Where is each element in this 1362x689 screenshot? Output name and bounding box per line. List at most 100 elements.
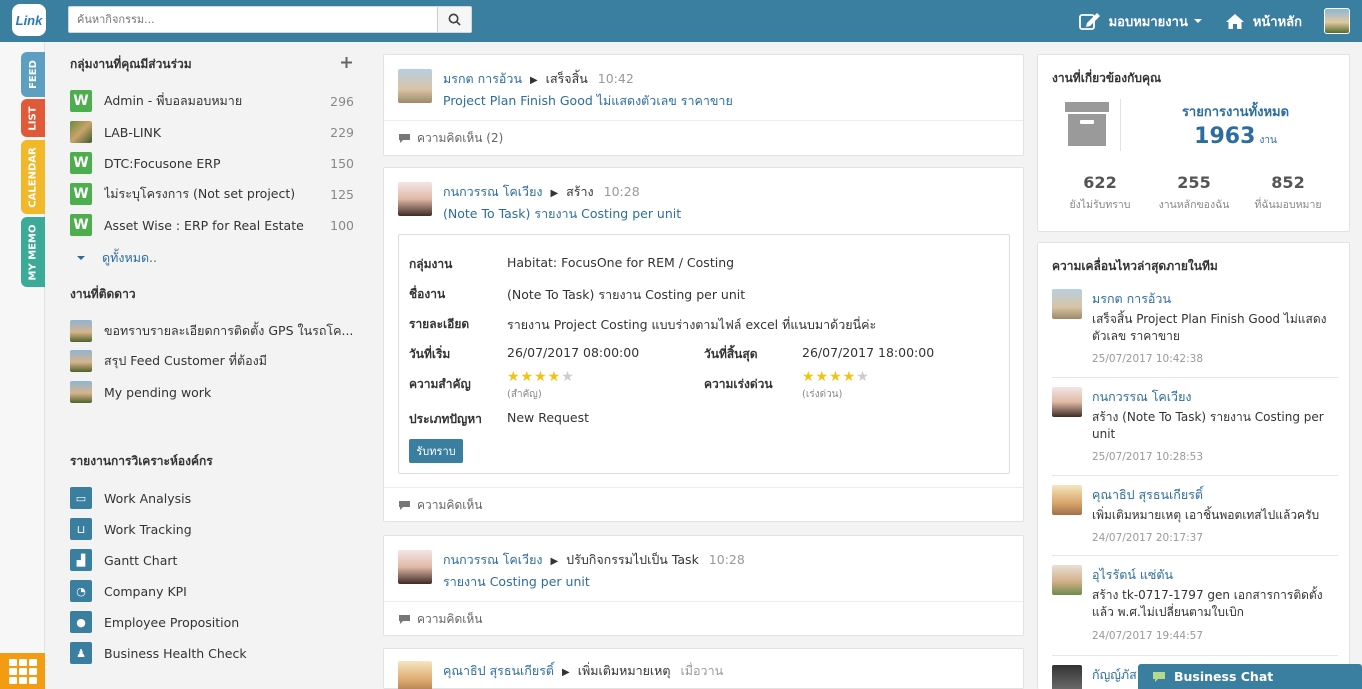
- group-item[interactable]: W DTC:Focusone ERP 150: [70, 151, 354, 175]
- caret-down-icon: [1193, 19, 1202, 23]
- user-icon: ♟: [70, 642, 92, 664]
- post-title[interactable]: Project Plan Finish Good ไม่แสดงตัวเลข ร…: [443, 91, 733, 111]
- report-label: Business Health Check: [104, 645, 247, 661]
- importance-sublabel: (สำคัญ): [507, 389, 542, 400]
- caret-right-icon: ▶: [529, 75, 538, 86]
- acknowledge-button[interactable]: รับทราบ: [409, 439, 463, 463]
- description-label: รายละเอียด: [409, 317, 470, 331]
- description-value: รายงาน Project Costing แบบร่างตามไฟล์ ex…: [507, 317, 877, 332]
- urgency-sublabel: (เร่งด่วน): [802, 389, 843, 400]
- left-column: กลุ่มงานที่คุณมีส่วนร่วม W Admin - พี่บอ…: [56, 42, 356, 689]
- starred-title: งานที่ติดดาว: [70, 287, 136, 301]
- total-tasks[interactable]: รายการงานทั้งหมด 1963 งาน: [1138, 101, 1333, 149]
- activity-text: เพิ่มเติมหมายเหตุ เอาชิ้นพอตเทสไปแล้วครั…: [1092, 508, 1320, 522]
- stat-unacknowledged[interactable]: 622 ยังไม่รับทราบ: [1058, 173, 1142, 213]
- groups-title: กลุ่มงานที่คุณมีส่วนร่วม: [70, 57, 192, 71]
- importance-label: ความสำคัญ: [409, 377, 471, 391]
- post-author[interactable]: คุณาธิป สุรธนเกียรติ์: [443, 663, 554, 678]
- stat-num: 852: [1271, 173, 1305, 192]
- post-avatar[interactable]: [398, 661, 432, 689]
- related-tasks-card: งานที่เกี่ยวข้องกับคุณ รายการงานทั้งหมด …: [1037, 54, 1350, 232]
- post-title[interactable]: รายงาน Costing per unit: [443, 572, 590, 592]
- divider: [1052, 555, 1338, 556]
- logo-text: Link: [15, 12, 43, 28]
- group-photo: [70, 121, 92, 143]
- group-count: 100: [330, 217, 354, 233]
- comment-link[interactable]: ความคิดเห็น: [384, 487, 1023, 523]
- importance-stars: ★★★★★: [507, 369, 575, 385]
- report-company-kpi[interactable]: ◔ Company KPI: [70, 579, 354, 603]
- activity-avatar: [1052, 289, 1082, 319]
- user-avatar[interactable]: [1324, 8, 1350, 34]
- group-label: Asset Wise : ERP for Real Estate: [104, 217, 304, 233]
- divider: [1052, 377, 1338, 378]
- search-button[interactable]: [437, 7, 471, 32]
- tab-my-memo[interactable]: MY MEMO: [21, 217, 45, 287]
- archive-box-icon: [1065, 102, 1109, 146]
- business-chat-bar[interactable]: Business Chat: [1138, 664, 1362, 689]
- activity-item[interactable]: คุณาธิป สุรธนเกียรติ์ เพิ่มเติมหมายเหตุ …: [1052, 485, 1342, 547]
- chat-icon: [1153, 671, 1165, 682]
- tab-calendar[interactable]: CALENDAR: [21, 140, 45, 214]
- divider: [1120, 99, 1121, 151]
- stat-assigned-by-me[interactable]: 852 ที่ฉันมอบหมาย: [1246, 173, 1330, 213]
- stat-my-main-tasks[interactable]: 255 งานหลักของฉัน: [1152, 173, 1236, 213]
- report-employee-proposition[interactable]: ● Employee Proposition: [70, 610, 354, 634]
- starred-item[interactable]: สรุป Feed Customer ที่ต้องมี: [70, 349, 354, 373]
- group-item[interactable]: W Asset Wise : ERP for Real Estate 100: [70, 213, 354, 237]
- workspace-icon: W: [70, 183, 92, 205]
- comment-icon: [399, 501, 410, 510]
- report-work-analysis[interactable]: ▭ Work Analysis: [70, 486, 354, 510]
- report-label: Company KPI: [104, 583, 187, 599]
- post-author[interactable]: กนกวรรณ โคเวียง: [443, 184, 543, 199]
- starred-item[interactable]: ขอทราบรายละเอียดการติดตั้ง GPS ในรถโค...: [70, 319, 354, 343]
- see-all-link[interactable]: ดูทั้งหมด..: [70, 246, 354, 270]
- group-item[interactable]: W ไม่ระบุโครงการ (Not set project) 125: [70, 182, 354, 206]
- assign-task-menu[interactable]: มอบหมายงาน: [1078, 11, 1203, 32]
- starred-label: ขอทราบรายละเอียดการติดตั้ง GPS ในรถโค...: [104, 323, 354, 338]
- report-label: Gantt Chart: [104, 552, 178, 568]
- tab-list[interactable]: LIST: [21, 99, 45, 137]
- comment-link[interactable]: ความคิดเห็น (2): [384, 120, 1023, 156]
- post-author[interactable]: กนกวรรณ โคเวียง: [443, 552, 543, 567]
- feed-post: กนกวรรณ โคเวียง ▶ สร้าง 10:28 (Note To T…: [383, 167, 1024, 522]
- link-logo[interactable]: Link: [12, 4, 46, 36]
- report-label: Work Analysis: [104, 490, 192, 506]
- feed-post: กนกวรรณ โคเวียง ▶ ปรับกิจกรรมไปเป็น Task…: [383, 535, 1024, 636]
- activity-name: กัญญ์ภัส: [1092, 667, 1137, 682]
- activity-item[interactable]: มรกต การอ้วน เสร็จสิ้น Project Plan Fini…: [1052, 289, 1342, 369]
- comment-link[interactable]: ความคิดเห็น: [384, 601, 1023, 637]
- starred-item[interactable]: My pending work: [70, 380, 354, 404]
- post-author[interactable]: มรกต การอ้วน: [443, 71, 522, 86]
- post-avatar[interactable]: [398, 550, 432, 584]
- comment-label: ความคิดเห็น: [417, 498, 483, 512]
- report-business-health[interactable]: ♟ Business Health Check: [70, 641, 354, 665]
- activity-time: 24/07/2017 20:17:37: [1092, 532, 1204, 544]
- post-avatar[interactable]: [398, 69, 432, 103]
- tab-feed[interactable]: FEED: [21, 52, 45, 97]
- search-input[interactable]: [69, 7, 437, 32]
- comment-icon: [399, 134, 410, 143]
- group-label: LAB-LINK: [104, 124, 162, 140]
- activity-name: คุณาธิป สุรธนเกียรติ์: [1092, 487, 1204, 502]
- home-label: หน้าหลัก: [1252, 14, 1302, 30]
- group-count: 296: [330, 93, 354, 109]
- report-work-tracking[interactable]: ⊔ Work Tracking: [70, 517, 354, 541]
- feed-post: คุณาธิป สุรธนเกียรติ์ ▶ เพิ่มเติมหมายเหต…: [383, 648, 1024, 689]
- report-gantt-chart[interactable]: ▟ Gantt Chart: [70, 548, 354, 572]
- group-label: กลุ่มงาน: [409, 257, 453, 271]
- starred-label: My pending work: [104, 384, 212, 400]
- home-link[interactable]: หน้าหลัก: [1225, 11, 1302, 32]
- add-group-icon[interactable]: [341, 57, 352, 68]
- group-item[interactable]: LAB-LINK 229: [70, 120, 354, 144]
- group-item[interactable]: W Admin - พี่บอลมอบหมาย 296: [70, 89, 354, 113]
- activity-item[interactable]: กนกวรรณ โคเวียง สร้าง (Note To Task) ราย…: [1052, 387, 1342, 467]
- apps-grid-button[interactable]: [0, 653, 45, 689]
- post-title[interactable]: (Note To Task) รายงาน Costing per unit: [443, 204, 681, 224]
- report-label: Work Tracking: [104, 521, 192, 537]
- caret-right-icon: ▶: [562, 667, 570, 678]
- users-icon: ●: [70, 611, 92, 633]
- post-avatar[interactable]: [398, 182, 432, 216]
- starred-avatar: [70, 381, 92, 403]
- activity-item[interactable]: อุไรรัตน์ แซ่ตัน สร้าง tk-0717-1797 gen …: [1052, 565, 1342, 645]
